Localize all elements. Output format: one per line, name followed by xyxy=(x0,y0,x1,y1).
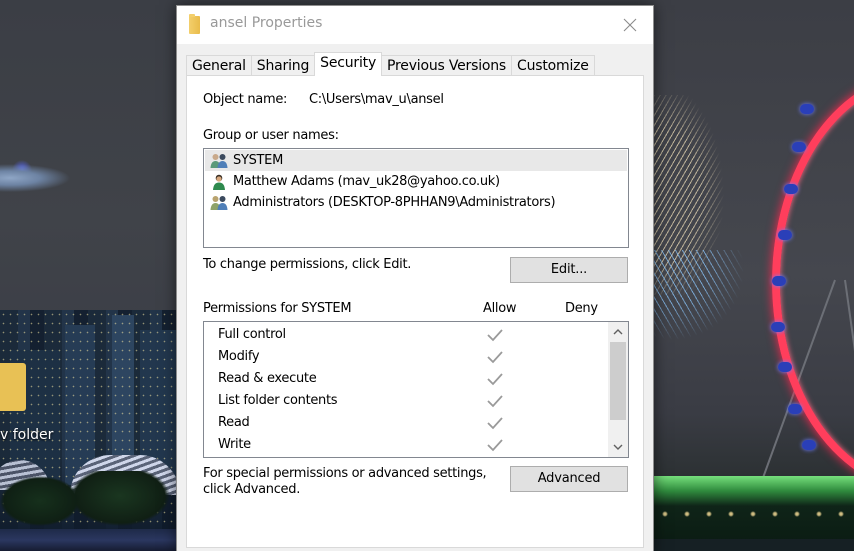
permission-name: Modify xyxy=(218,349,260,364)
deny-column-header: Deny xyxy=(565,301,598,316)
desktop-folder-label[interactable]: v folder xyxy=(0,427,53,443)
object-name-label: Object name: xyxy=(203,92,288,107)
scroll-up-button[interactable] xyxy=(608,323,628,340)
wallpaper-wheel-pod xyxy=(800,104,814,114)
group-user-names-label: Group or user names: xyxy=(203,128,339,143)
allow-checkmark-icon xyxy=(487,329,503,342)
allow-cell xyxy=(486,416,504,430)
tab-previous-versions[interactable]: Previous Versions xyxy=(381,55,513,76)
user-list-item[interactable]: Matthew Adams (mav_uk28@yahoo.co.uk) xyxy=(205,171,627,192)
wallpaper-ferris-wheel-scene xyxy=(654,0,854,551)
object-name-value: C:\Users\mav_u\ansel xyxy=(309,92,444,107)
properties-dialog: ansel Properties General Sharing Securit… xyxy=(176,5,654,551)
permission-name: Full control xyxy=(218,327,286,342)
wallpaper-water xyxy=(654,539,854,551)
allow-checkmark-icon xyxy=(487,417,503,430)
deny-cell xyxy=(564,328,582,342)
user-name: SYSTEM xyxy=(233,153,284,168)
deny-cell xyxy=(564,350,582,364)
deny-cell xyxy=(564,416,582,430)
user-list-item[interactable]: Administrators (DESKTOP-8PHHAN9\Administ… xyxy=(205,192,627,213)
permission-name: Write xyxy=(218,437,251,452)
tab-security[interactable]: Security xyxy=(314,52,383,76)
tab-customize[interactable]: Customize xyxy=(511,55,595,76)
wallpaper-wheel-pod xyxy=(771,322,785,332)
deny-cell xyxy=(564,372,582,386)
wallpaper-wheel-pod xyxy=(784,184,798,194)
permission-row: Full control xyxy=(204,324,608,346)
permission-row: List folder contents xyxy=(204,390,608,412)
permission-name: Read xyxy=(218,415,250,430)
change-permissions-hint: To change permissions, click Edit. xyxy=(203,257,412,272)
tab-general[interactable]: General xyxy=(186,55,252,76)
edit-button[interactable]: Edit... xyxy=(510,257,628,283)
permission-row: Write xyxy=(204,434,608,456)
tab-bar: General Sharing Security Previous Versio… xyxy=(186,52,595,76)
permission-row: Read & execute xyxy=(204,368,608,390)
allow-cell xyxy=(486,438,504,452)
wallpaper-water xyxy=(0,529,176,551)
advanced-button[interactable]: Advanced xyxy=(510,466,628,492)
wallpaper-wheel-pod xyxy=(778,362,792,372)
close-button[interactable] xyxy=(607,6,653,44)
wallpaper-trees xyxy=(0,471,176,531)
wallpaper-wheel-pod xyxy=(792,142,806,152)
user-name: Matthew Adams (mav_uk28@yahoo.co.uk) xyxy=(233,174,500,189)
permission-row: Read xyxy=(204,412,608,434)
permissions-scrollbar[interactable] xyxy=(608,322,628,457)
group-users-icon xyxy=(210,153,228,168)
desktop-folder-icon[interactable] xyxy=(0,363,26,411)
deny-cell xyxy=(564,394,582,408)
allow-checkmark-icon xyxy=(487,439,503,452)
allow-cell xyxy=(486,372,504,386)
wallpaper-street-lamps xyxy=(654,504,854,524)
security-tab-panel: Object name: C:\Users\mav_u\ansel Group … xyxy=(186,75,644,548)
folder-icon xyxy=(189,14,200,34)
wallpaper-firework xyxy=(654,250,744,370)
permissions-list[interactable]: Full control Modify Read & execute List fol… xyxy=(203,321,629,458)
permission-name: List folder contents xyxy=(218,393,338,408)
single-user-icon xyxy=(213,174,225,190)
scrollbar-thumb[interactable] xyxy=(610,342,626,420)
chevron-up-icon xyxy=(613,328,623,334)
user-name: Administrators (DESKTOP-8PHHAN9\Administ… xyxy=(233,195,556,210)
allow-checkmark-icon xyxy=(487,373,503,386)
allow-column-header: Allow xyxy=(483,301,517,316)
wallpaper-wheel-pod xyxy=(778,230,792,240)
user-list-item[interactable]: SYSTEM xyxy=(205,150,627,171)
advanced-hint-line2: click Advanced. xyxy=(203,482,301,497)
deny-cell xyxy=(564,438,582,452)
close-icon xyxy=(623,18,637,32)
allow-cell xyxy=(486,394,504,408)
permission-name: Read & execute xyxy=(218,371,317,386)
allow-cell xyxy=(486,350,504,364)
allow-cell xyxy=(486,328,504,342)
title-bar[interactable]: ansel Properties xyxy=(177,6,653,44)
chevron-down-icon xyxy=(613,444,623,450)
permission-row: Modify xyxy=(204,346,608,368)
scroll-down-button[interactable] xyxy=(608,438,628,455)
permissions-for-label: Permissions for SYSTEM xyxy=(203,301,352,316)
allow-checkmark-icon xyxy=(487,351,503,364)
dialog-title: ansel Properties xyxy=(210,15,323,31)
wallpaper-wheel-pod xyxy=(802,440,816,450)
allow-checkmark-icon xyxy=(487,395,503,408)
advanced-hint-line1: For special permissions or advanced sett… xyxy=(203,466,487,481)
group-users-icon xyxy=(210,195,228,210)
wallpaper-wheel-pod xyxy=(788,404,802,414)
wallpaper-wheel-pod xyxy=(772,276,786,286)
group-user-listbox[interactable]: SYSTEM Matthew Adams (mav_uk28@yahoo.co.… xyxy=(203,148,629,248)
tab-sharing[interactable]: Sharing xyxy=(250,55,316,76)
